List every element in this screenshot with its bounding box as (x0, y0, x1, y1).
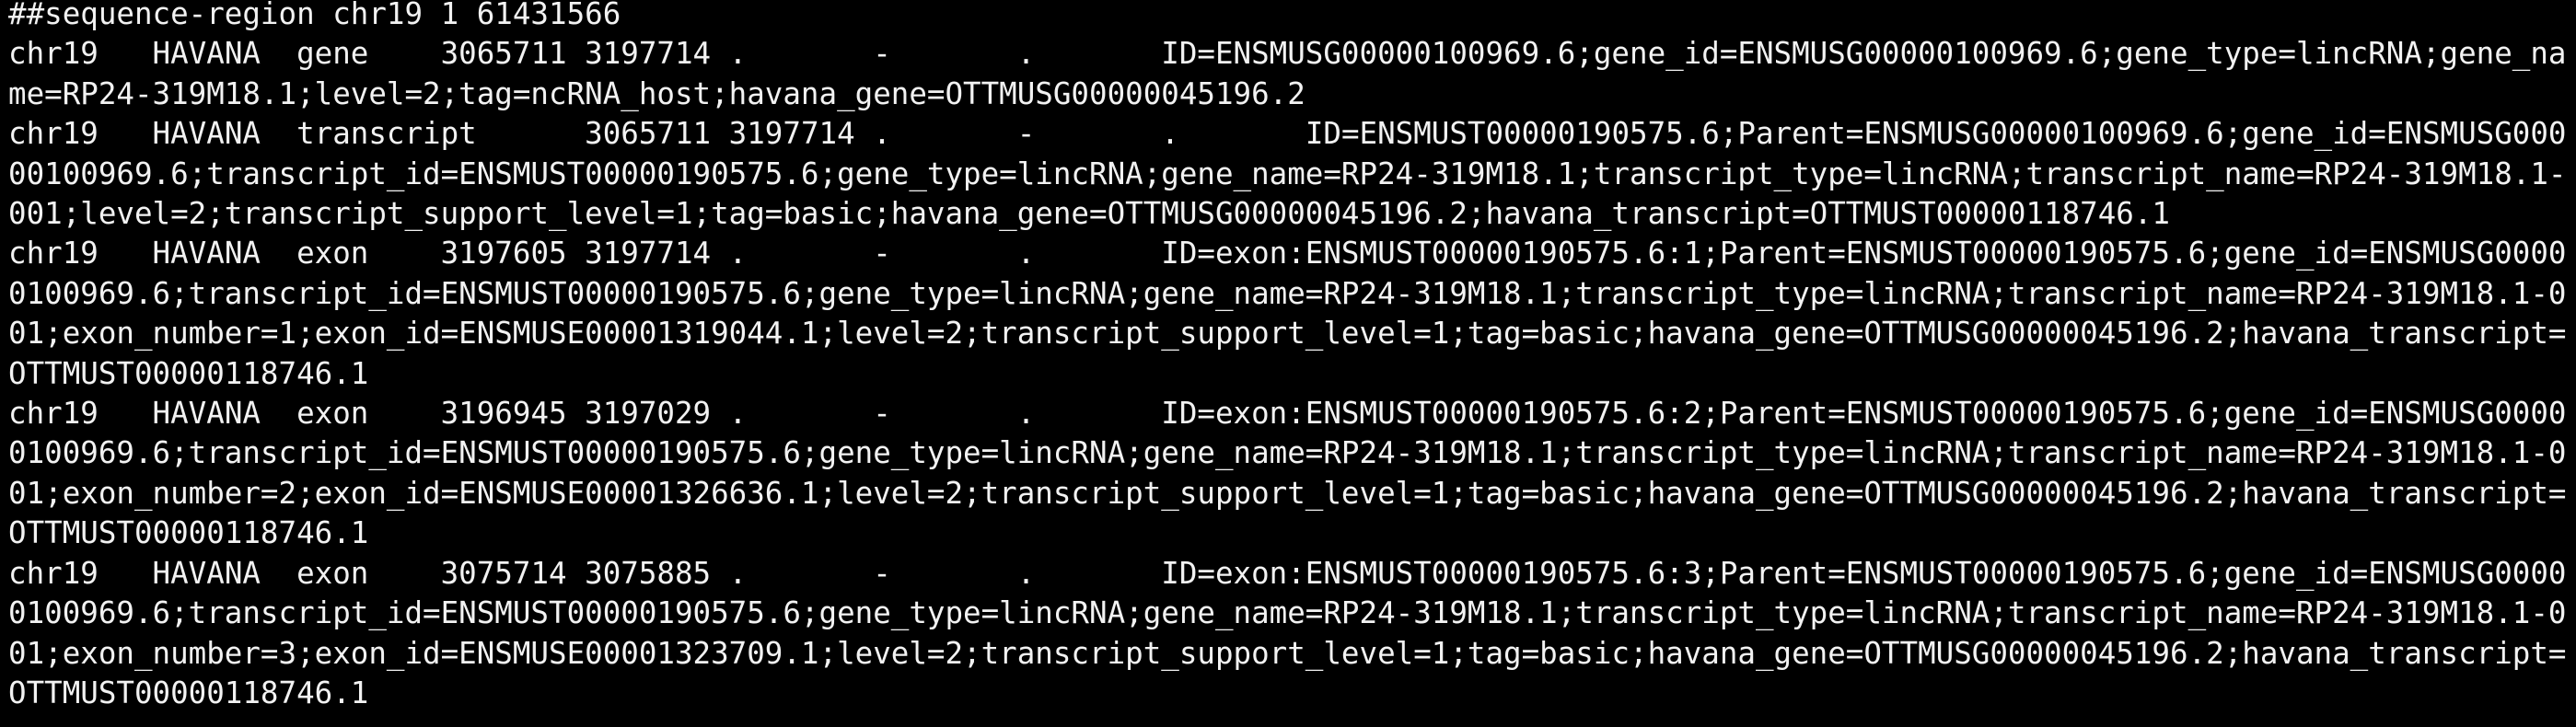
header-line: ##sequence-region chr19 1 61431566 (8, 0, 621, 31)
gff-record-exon-3: chr19 HAVANA exon 3075714 3075885 . - . … (8, 555, 2567, 710)
terminal-window[interactable]: ##sequence-region chr19 1 61431566 chr19 … (0, 0, 2576, 727)
gff-record-exon-1: chr19 HAVANA exon 3197605 3197714 . - . … (8, 236, 2567, 391)
gff-record-exon-2: chr19 HAVANA exon 3196945 3197029 . - . … (8, 396, 2567, 551)
gff-record-transcript: chr19 HAVANA transcript 3065711 3197714 … (8, 116, 2567, 232)
gff-record-gene: chr19 HAVANA gene 3065711 3197714 . - . … (8, 36, 2567, 111)
terminal-output: ##sequence-region chr19 1 61431566 chr19 … (8, 0, 2576, 713)
